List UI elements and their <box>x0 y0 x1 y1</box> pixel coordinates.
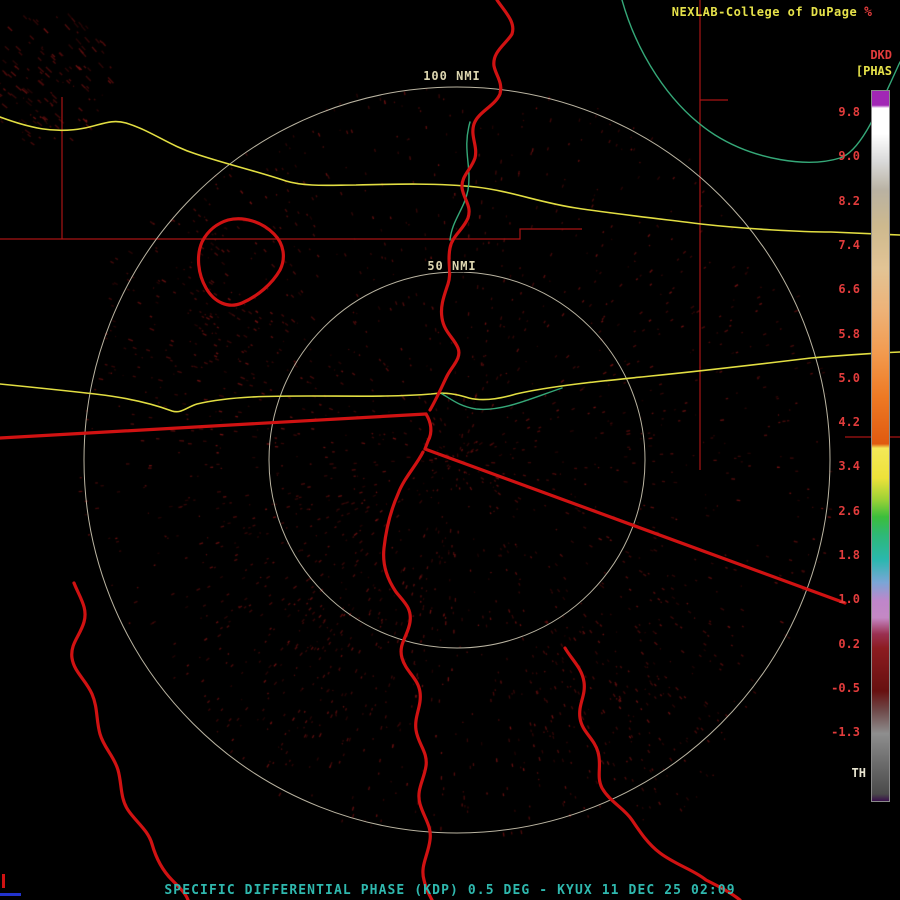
international-border-west <box>0 412 428 440</box>
boundary-southwest-river <box>70 581 190 900</box>
brand-mark-icon: % <box>864 5 872 20</box>
colorbar-units-label: [PHAS <box>855 64 892 78</box>
brand-text: NEXLAB-College of DuPage <box>671 5 858 19</box>
colorbar-gradient <box>871 90 890 802</box>
county-line-north <box>0 228 582 240</box>
range-ring-50-label: 50 NMI <box>427 259 476 273</box>
colorbar-bottom-label: TH <box>851 766 866 780</box>
header: NEXLAB-College of DuPage % <box>672 5 872 20</box>
highway-north <box>0 116 900 236</box>
boundary-southeast-river <box>563 646 742 900</box>
radar-display: 50 NMI 100 NMI NEXLAB-College of DuPage … <box>0 0 900 900</box>
river-gila-center <box>441 387 563 411</box>
state-border-colorado-river <box>428 0 515 412</box>
colorbar-product-code: DKD <box>870 48 892 62</box>
river-gila-northeast <box>621 0 900 163</box>
status-bar: SPECIFIC DIFFERENTIAL PHASE (KDP) 0.5 DE… <box>164 883 736 898</box>
radar-map: 50 NMI 100 NMI <box>0 0 900 900</box>
highway-middle <box>0 351 900 413</box>
river-colorado-south <box>382 450 434 900</box>
boundary-loop-northwest <box>196 217 285 307</box>
border-river-jog <box>423 412 433 451</box>
international-border-southeast <box>423 447 847 605</box>
range-ring-100-label: 100 NMI <box>423 69 481 83</box>
